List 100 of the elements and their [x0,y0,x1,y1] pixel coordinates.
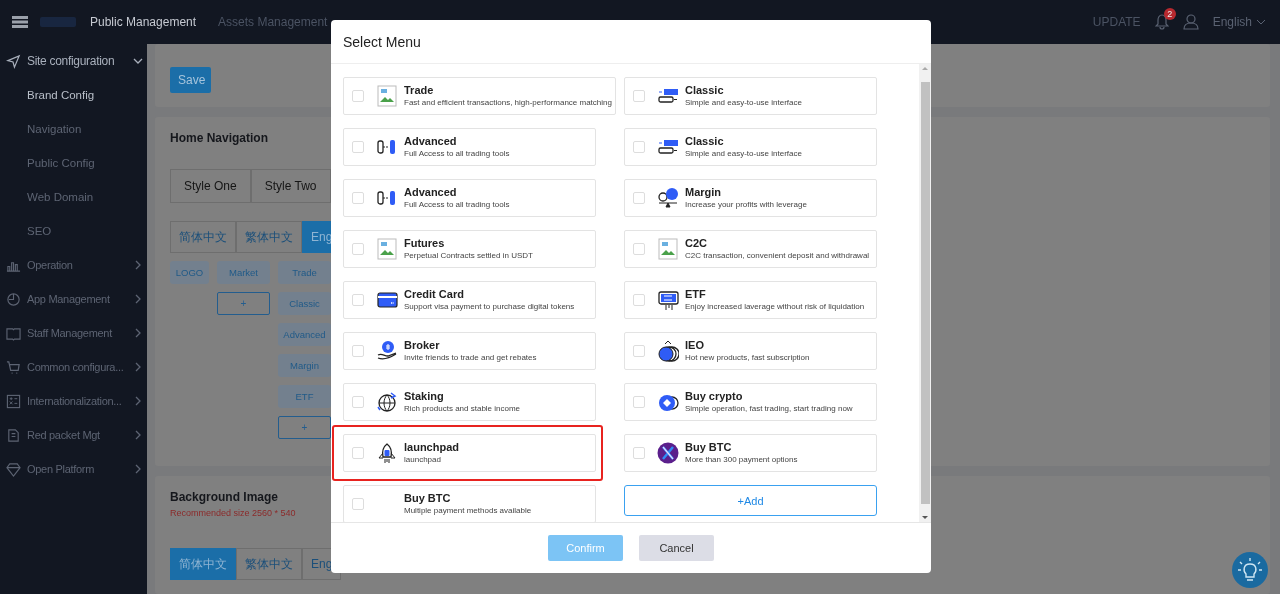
menu-option[interactable]: Buy crypto Simple operation, fast trading, start trading now [624,383,877,421]
tab[interactable]: Style Two [250,169,331,203]
logo-icon [40,17,76,27]
lightbulb-icon[interactable] [1232,552,1268,588]
nav-chip[interactable]: Advanced [278,323,331,346]
tab[interactable]: 繁体中文 [236,221,302,253]
menu-option[interactable]: Advanced Full Access to all trading tools [343,128,596,166]
sidebar-item[interactable]: Site configuration [27,54,127,68]
checkbox[interactable] [352,396,364,408]
checkbox[interactable] [633,294,645,306]
option-title: Buy crypto [685,389,744,403]
cart-icon [6,359,21,375]
option-title: Buy BTC [685,440,733,454]
checkbox[interactable] [633,447,645,459]
sidebar-item[interactable]: Internationalization... [27,395,127,407]
menu-option[interactable]: Margin Increase your profits with leverage [624,179,877,217]
option-title: Broker [404,338,441,352]
menu-option[interactable]: launchpad launchpad [343,434,596,472]
sidebar-subitem[interactable]: Web Domain [27,191,94,203]
checkbox[interactable] [352,141,364,153]
menu-option[interactable]: Broker Invite friends to trade and get rebates [343,332,596,370]
option-description: Simple and easy-to-use interface [685,97,802,109]
scroll-up-icon[interactable] [922,66,928,70]
option-description: Rich products and stable income [404,403,521,415]
checkbox[interactable] [633,90,645,102]
sidebar-subitem[interactable]: Brand Config [27,89,95,101]
menu-option[interactable]: C2C C2C transaction, convenient deposit and withdrawal [624,230,877,268]
user-icon[interactable] [1182,14,1199,30]
tab[interactable]: 简体中文 [170,548,236,580]
bell-icon[interactable] [1154,14,1169,30]
nav-chip[interactable]: Classic [278,292,331,315]
menu-option[interactable]: Credit Card Support visa payment to purchase digital tokens [343,281,596,319]
calculator-icon [6,393,21,409]
menu-option[interactable]: IEO Hot new products, fast subscription [624,332,877,370]
menu-option[interactable]: Classic Simple and easy-to-use interface [624,77,877,115]
scroll-down-icon[interactable] [922,516,928,520]
tab[interactable]: 繁体中文 [236,548,302,580]
nav-tab[interactable]: Public Management [90,15,197,29]
checkbox[interactable] [633,192,645,204]
sidebar-item[interactable]: Common configura... [27,361,127,373]
confirm-button[interactable]: Confirm [548,535,623,561]
menu-option[interactable]: ETF Enjoy increased laverage without risk of liquidation [624,281,877,319]
option-description: Invite friends to trade and get rebates [404,352,537,364]
menu-icon[interactable] [12,16,28,28]
sidebar-item[interactable]: Open Platform [27,463,127,475]
tab[interactable]: Style One [170,169,251,203]
add-button[interactable]: + [217,292,270,315]
option-title: Classic [685,134,725,148]
menu-option[interactable]: Advanced Full Access to all trading tools [343,179,596,217]
menu-option[interactable]: Futures Perpetual Contracts settled in USDT [343,230,596,268]
option-title: Buy BTC [404,491,452,505]
cancel-button[interactable]: Cancel [639,535,714,561]
option-description: Full Access to all trading tools [404,148,510,160]
nav-chip[interactable]: LOGO [170,261,209,284]
diamond-icon [6,461,21,477]
checkbox[interactable] [352,345,364,357]
option-description: More than 300 payment options [685,454,798,466]
save-button[interactable]: Save [170,67,211,93]
sidebar-subitem[interactable]: Navigation [27,123,82,135]
sidebar-subitem[interactable]: SEO [27,225,52,237]
menu-option[interactable]: Buy BTC More than 300 payment options [624,434,877,472]
add-button[interactable]: +Add [624,485,877,516]
checkbox[interactable] [633,345,645,357]
option-description: launchpad [404,454,442,466]
sidebar-item[interactable]: App Management [27,293,127,305]
book-icon [6,325,21,341]
update-link[interactable]: UPDATE [1092,15,1141,29]
sidebar-item[interactable]: Red packet Mgt [27,429,127,441]
checkbox[interactable] [352,294,364,306]
nav-chip[interactable]: ETF [278,385,331,408]
menu-option[interactable]: Buy BTC Multiple payment methods available [343,485,596,522]
checkbox[interactable] [352,498,364,510]
menu-option[interactable]: Staking Rich products and stable income [343,383,596,421]
image-placeholder-icon [657,238,679,260]
crossed-circle-icon [657,442,679,464]
checkbox[interactable] [352,447,364,459]
checkbox[interactable] [633,243,645,255]
nav-chip[interactable]: Trade [278,261,331,284]
menu-option[interactable]: Classic Simple and easy-to-use interface [624,128,877,166]
tab[interactable]: 简体中文 [170,221,236,253]
checkbox[interactable] [633,396,645,408]
checkbox[interactable] [352,192,364,204]
checkbox[interactable] [352,90,364,102]
scrollbar[interactable] [919,64,931,522]
language-selector[interactable]: English [1212,15,1252,29]
send-icon [6,53,21,69]
size-note: Recommended size 2560 * 540 [170,508,296,518]
image-placeholder-icon [376,238,398,260]
checkbox[interactable] [633,141,645,153]
menu-option[interactable]: Trade Fast and efficient transactions, high-performance matching [343,77,616,115]
nav-chip[interactable]: Market [217,261,270,284]
coin-hand-icon [376,340,398,362]
checkbox[interactable] [352,243,364,255]
option-title: Trade [404,83,435,97]
sidebar-item[interactable]: Operation [27,259,127,271]
notification-badge: 2 [1163,8,1176,20]
nav-chip[interactable]: Margin [278,354,331,377]
sidebar-item[interactable]: Staff Management [27,327,127,339]
nav-tab[interactable]: Assets Management [218,15,328,29]
sidebar-subitem[interactable]: Public Config [27,157,95,169]
